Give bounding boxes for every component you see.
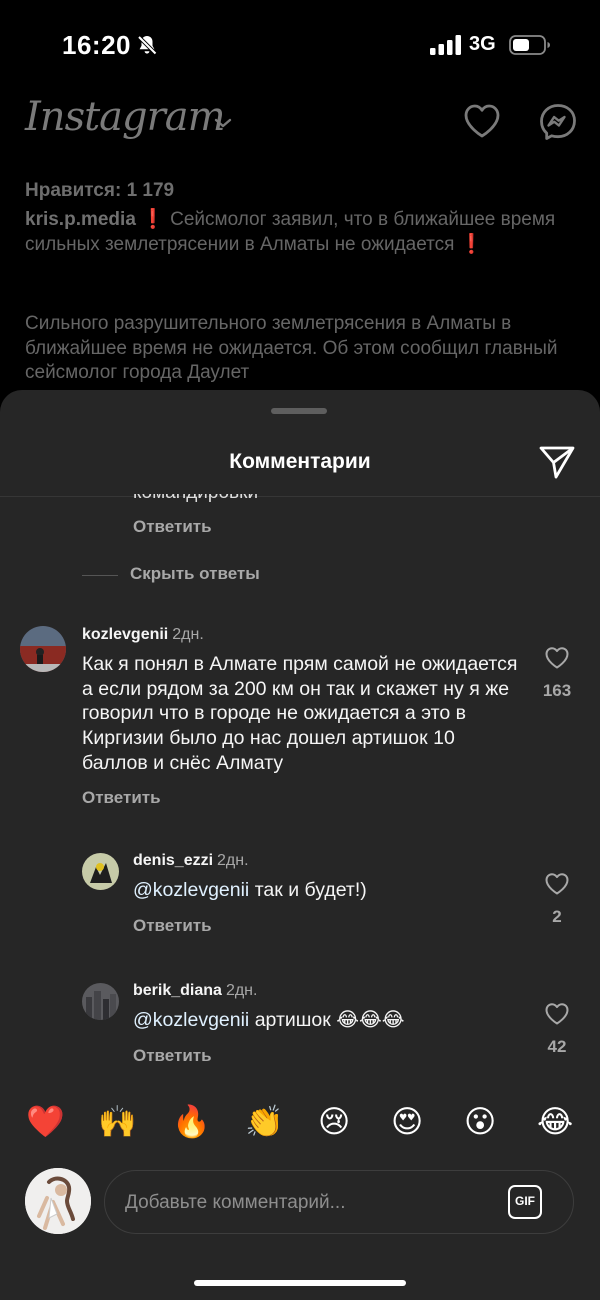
avatar-photo-icon	[25, 1168, 91, 1234]
avatar[interactable]	[20, 626, 66, 672]
app-header: Instagram	[0, 92, 600, 152]
status-time: 16:20	[62, 30, 131, 60]
sheet-grabber[interactable]	[271, 408, 327, 414]
comment-composer: GIF	[0, 1160, 600, 1260]
messenger-icon[interactable]	[538, 102, 578, 142]
exclamation-icon: ❗	[459, 233, 484, 255]
post-likes[interactable]: Нравится: 1 179	[25, 180, 174, 202]
avatar[interactable]	[82, 853, 119, 890]
my-avatar[interactable]	[25, 1168, 91, 1234]
hide-replies-label: Скрыть ответы	[130, 564, 260, 583]
bell-muted-icon	[137, 35, 157, 55]
emoji-fire[interactable]: 🔥	[172, 1102, 211, 1142]
avatar-photo-icon	[82, 853, 119, 890]
avatar-photo-icon	[82, 983, 119, 1020]
exclamation-icon: ❗	[141, 209, 165, 230]
hide-replies-line	[82, 575, 118, 576]
emoji-laughing[interactable]: 😂	[537, 1102, 573, 1142]
comment-age: 2дн.	[172, 626, 204, 643]
reply-button[interactable]: Ответить	[133, 1046, 212, 1066]
comment-age: 2дн.	[225, 982, 258, 999]
network-type: 3G	[469, 33, 496, 55]
home-indicator	[194, 1280, 406, 1286]
like-count: 42	[547, 1037, 567, 1056]
mention-link[interactable]: @kozlevgenii	[133, 1009, 249, 1031]
emoji-quick-bar: ❤️ 🙌 🔥 👏 😢 😍 😮 😂	[0, 1080, 600, 1170]
signal-icon	[430, 35, 461, 55]
avatar[interactable]	[82, 983, 119, 1020]
comment-like: 2	[537, 872, 577, 927]
post-caption: kris.p.media ❗ Сейсмолог заявил, что в б…	[25, 208, 580, 257]
post-body: Сильного разрушительного землетрясения в…	[25, 313, 558, 383]
post-author[interactable]: kris.p.media	[25, 209, 136, 230]
like-count: 163	[542, 681, 572, 700]
comment-age: 2дн.	[217, 852, 249, 869]
heart-icon[interactable]	[544, 872, 570, 896]
like-count: 2	[552, 907, 562, 926]
chevron-down-icon[interactable]	[213, 116, 233, 130]
emoji-heart[interactable]: ❤️	[26, 1102, 65, 1142]
comment-text-body: так и будет!)	[249, 879, 367, 901]
emoji-heart-eyes[interactable]: 😍	[391, 1102, 423, 1142]
battery-icon	[509, 35, 550, 55]
share-send-icon[interactable]	[538, 444, 576, 480]
heart-icon[interactable]	[462, 102, 502, 140]
comment-username[interactable]: berik_diana	[133, 982, 222, 999]
cut-off-comment-text: командировки	[133, 482, 259, 503]
heart-icon[interactable]	[544, 646, 570, 670]
comment-text-body: артишок 😂😂😂	[249, 1009, 405, 1031]
comment-input[interactable]	[123, 1181, 487, 1225]
reply-button[interactable]: Ответить	[82, 788, 161, 808]
status-bar: 16:20 3G	[0, 0, 600, 90]
emoji-crying[interactable]: 😢	[318, 1102, 350, 1142]
comment-like: 42	[537, 1002, 577, 1057]
reply-item: denis_ezzi 2дн. @kozlevgenii так и будет!…	[0, 850, 600, 950]
sheet-title: Комментарии	[229, 450, 371, 473]
avatar-photo-icon	[20, 626, 66, 672]
comment-like: 163	[537, 646, 577, 701]
reply-button[interactable]: Ответить	[133, 517, 212, 537]
instagram-logo[interactable]: Instagram	[25, 94, 226, 140]
emoji-surprised[interactable]: 😮	[464, 1102, 496, 1142]
heart-icon[interactable]	[544, 1002, 570, 1026]
comment-text: @kozlevgenii так и будет!)	[133, 878, 523, 903]
comment-text: @kozlevgenii артишок 😂😂😂	[133, 1008, 523, 1033]
gif-button[interactable]: GIF	[508, 1185, 542, 1219]
emoji-raised-hands[interactable]: 🙌	[98, 1102, 137, 1142]
mention-link[interactable]: @kozlevgenii	[133, 879, 249, 901]
comment-item: kozlevgenii 2дн. Как я понял в Алмате пря…	[0, 622, 600, 812]
post-background: Нравится: 1 179 kris.p.media ❗ Сейсмолог…	[0, 158, 600, 418]
reply-button[interactable]: Ответить	[133, 916, 212, 936]
comment-username[interactable]: kozlevgenii	[82, 626, 168, 643]
reply-item: berik_diana 2дн. @kozlevgenii артишок 😂😂😂…	[0, 980, 600, 1080]
emoji-clap[interactable]: 👏	[245, 1102, 284, 1142]
comment-input-box: GIF	[104, 1170, 574, 1234]
comment-text: Как я понял в Алмате прям самой не ожида…	[82, 653, 518, 774]
sheet-divider	[0, 496, 600, 497]
comment-username[interactable]: denis_ezzi	[133, 852, 213, 869]
